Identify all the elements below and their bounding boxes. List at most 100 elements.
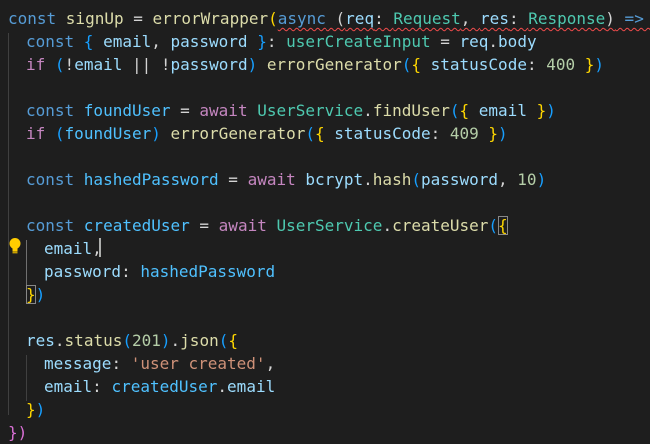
code-token: errorGenerator	[170, 124, 306, 143]
code-token: )	[594, 55, 605, 74]
code-line[interactable]: if (foundUser) errorGenerator({ statusCo…	[26, 122, 508, 145]
code-token: req	[345, 9, 375, 28]
code-line[interactable]: const createdUser = await UserService.cr…	[26, 214, 508, 237]
code-token: (	[401, 55, 412, 74]
code-token: body	[498, 32, 537, 51]
code-token: (	[54, 55, 65, 74]
code-token: json	[180, 331, 219, 350]
code-line[interactable]: res.status(201).json({	[26, 329, 238, 352]
code-token: Response	[528, 9, 606, 28]
code-token: UserService	[257, 101, 364, 120]
code-token: .	[382, 216, 393, 235]
code-token: 400	[546, 55, 576, 74]
code-token: hashedPassword	[83, 170, 219, 189]
code-token: {	[315, 124, 335, 143]
code-token: )	[160, 331, 171, 350]
code-token: password	[170, 55, 248, 74]
code-line[interactable]: const foundUser = await UserService.find…	[26, 99, 556, 122]
code-token: (	[411, 170, 421, 189]
indent-guide-active	[26, 240, 27, 286]
code-token: if	[26, 55, 55, 74]
code-token: ,	[265, 354, 276, 373]
code-token: {	[228, 331, 238, 350]
code-token: createdUser	[83, 216, 190, 235]
code-token: errorGenerator	[266, 55, 402, 74]
code-token: }	[26, 400, 36, 419]
text-cursor	[99, 238, 101, 257]
code-line[interactable]: const { email, password }: userCreateInp…	[26, 30, 537, 53]
code-token: :	[111, 354, 131, 373]
code-line[interactable]: })	[26, 283, 45, 306]
code-token: .	[363, 170, 373, 189]
code-token: foundUser	[83, 101, 171, 120]
code-token: await	[247, 170, 306, 189]
code-token: email	[44, 239, 93, 258]
code-token: statusCode	[430, 55, 527, 74]
code-line[interactable]: })	[26, 398, 45, 421]
code-token: }	[526, 101, 547, 120]
code-editor[interactable]: const signUp = errorWrapper(async (req: …	[0, 0, 650, 442]
code-token: password	[170, 32, 248, 51]
code-token: 10	[517, 170, 537, 189]
code-token: .	[488, 32, 499, 51]
code-token: (	[449, 101, 460, 120]
code-token: )	[35, 400, 46, 419]
code-token: email	[227, 377, 276, 396]
code-token: )	[35, 285, 46, 304]
code-token: =	[170, 101, 200, 120]
lightbulb-icon[interactable]	[8, 237, 22, 255]
code-line[interactable]: const hashedPassword = await bcrypt.hash…	[26, 168, 546, 191]
code-token: (	[325, 9, 346, 28]
code-token: const	[8, 9, 66, 28]
code-token: :	[430, 124, 450, 143]
code-token: {	[83, 32, 104, 51]
code-line[interactable]: email,	[44, 237, 102, 260]
code-line[interactable]: password: hashedPassword	[44, 260, 275, 283]
code-token: ||	[122, 55, 161, 74]
code-token: {	[411, 55, 431, 74]
code-token: :	[92, 377, 112, 396]
code-token: :	[121, 262, 141, 281]
code-token: (	[122, 331, 132, 350]
code-token: }	[575, 55, 595, 74]
code-line[interactable]: message: 'user created',	[44, 352, 275, 375]
code-token: const	[26, 170, 84, 189]
code-token: await	[218, 216, 277, 235]
code-token: email	[44, 377, 93, 396]
code-token: 201	[131, 331, 161, 350]
code-line[interactable]: })	[8, 421, 27, 444]
code-token: 'user created'	[130, 354, 266, 373]
code-token: }	[247, 32, 267, 51]
code-token: !	[64, 55, 75, 74]
code-token: :	[526, 55, 547, 74]
code-token: const	[26, 216, 84, 235]
code-token: :	[508, 9, 529, 28]
code-line[interactable]: if (!email || !password) errorGenerator(…	[26, 53, 604, 76]
code-token: =	[123, 9, 153, 28]
code-token: email	[74, 55, 123, 74]
code-token: createdUser	[111, 377, 218, 396]
code-token: await	[199, 101, 258, 120]
indent-guide	[26, 355, 27, 401]
code-token: .	[170, 331, 181, 350]
code-token: :	[266, 32, 287, 51]
code-token: (	[218, 331, 229, 350]
code-token: )	[605, 9, 615, 28]
code-token: .	[217, 377, 228, 396]
code-token: {	[459, 101, 479, 120]
code-token: async	[277, 9, 326, 28]
code-token: const	[26, 32, 84, 51]
code-token: statusCode	[334, 124, 431, 143]
code-token: password	[420, 170, 499, 189]
code-token: :	[374, 9, 394, 28]
code-line[interactable]: email: createdUser.email	[44, 375, 275, 398]
code-token: =	[430, 32, 460, 51]
code-line[interactable]: const signUp = errorWrapper(async (req: …	[8, 7, 650, 30]
code-token: }	[478, 124, 499, 143]
code-token: )	[536, 170, 547, 189]
code-token: )	[498, 124, 508, 143]
code-token: hashedPassword	[140, 262, 276, 281]
code-token: res	[480, 9, 509, 28]
code-token: .	[363, 101, 373, 120]
code-token: !	[160, 55, 171, 74]
